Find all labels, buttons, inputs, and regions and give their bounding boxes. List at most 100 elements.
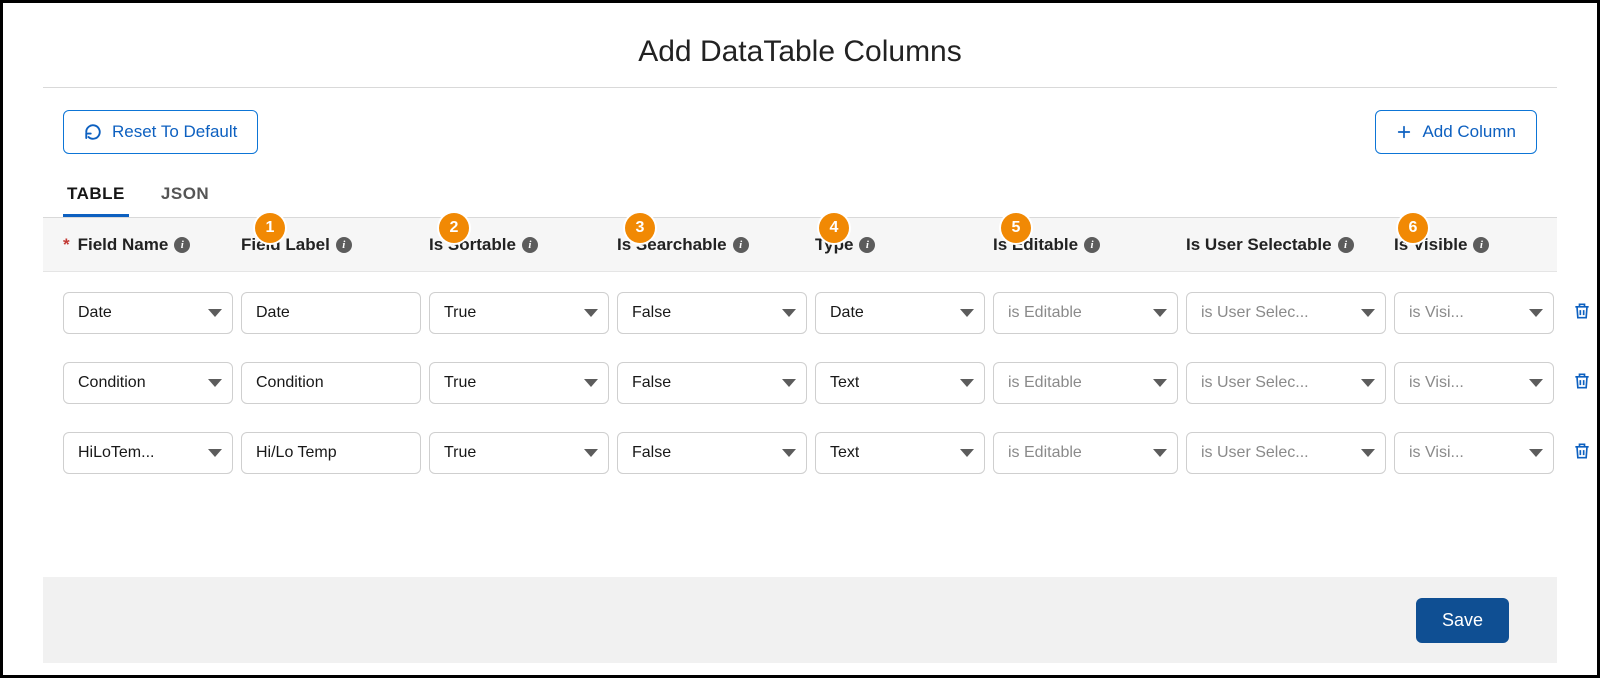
trash-icon	[1572, 441, 1592, 466]
header-field-name: * Field Name i	[63, 235, 233, 255]
select-value: Text	[830, 444, 859, 462]
chevron-down-icon	[208, 379, 222, 387]
add-column-button[interactable]: Add Column	[1375, 110, 1537, 154]
select-value: Text	[830, 374, 859, 392]
field-name-select[interactable]: HiLoTem...	[63, 432, 233, 474]
input-value: Condition	[256, 374, 324, 392]
table-body: DateDateTrueFalseDateis Editableis User …	[43, 272, 1557, 474]
page-title: Add DataTable Columns	[43, 35, 1557, 69]
chevron-down-icon	[208, 309, 222, 317]
is-visible-select[interactable]: is Visi...	[1394, 292, 1554, 334]
chevron-down-icon	[960, 449, 974, 457]
info-icon[interactable]: i	[336, 237, 352, 253]
reset-button[interactable]: Reset To Default	[63, 110, 258, 154]
header-is-editable: 5 Is Editable i	[993, 235, 1178, 255]
header-label: Field Name	[78, 235, 169, 255]
tabs: TABLE JSON	[43, 178, 1557, 218]
callout-badge: 6	[1398, 213, 1428, 243]
select-value: False	[632, 374, 671, 392]
type-select[interactable]: Date	[815, 292, 985, 334]
info-icon[interactable]: i	[1473, 237, 1489, 253]
header-is-visible: 6 Is Visible i	[1394, 235, 1554, 255]
header-is-user-selectable: Is User Selectable i	[1186, 235, 1386, 255]
is-sortable-select[interactable]: True	[429, 292, 609, 334]
toolbar: Reset To Default Add Column	[43, 110, 1557, 178]
is-sortable-select[interactable]: True	[429, 432, 609, 474]
info-icon[interactable]: i	[522, 237, 538, 253]
is-editable-select[interactable]: is Editable	[993, 362, 1178, 404]
info-icon[interactable]: i	[859, 237, 875, 253]
dialog-container: Add DataTable Columns Reset To Default A…	[0, 0, 1600, 678]
chevron-down-icon	[782, 379, 796, 387]
tab-json[interactable]: JSON	[157, 178, 213, 217]
table-row: Condition Condition True False Text is Editab…	[43, 362, 1557, 404]
select-value: Date	[78, 304, 112, 322]
chevron-down-icon	[960, 379, 974, 387]
divider	[43, 87, 1557, 88]
is-visible-select[interactable]: is Visi...	[1394, 432, 1554, 474]
select-value: True	[444, 444, 476, 462]
type-select[interactable]: Text	[815, 362, 985, 404]
select-value: is User Selec...	[1201, 304, 1309, 322]
select-value: True	[444, 374, 476, 392]
refresh-icon	[84, 123, 102, 141]
field-label-input[interactable]: Condition	[241, 362, 421, 404]
info-icon[interactable]: i	[174, 237, 190, 253]
is-sortable-select[interactable]: True	[429, 362, 609, 404]
chevron-down-icon	[1361, 379, 1375, 387]
chevron-down-icon	[584, 379, 598, 387]
is-searchable-select[interactable]: False	[617, 432, 807, 474]
field-label-input[interactable]: Date	[241, 292, 421, 334]
info-icon[interactable]: i	[1084, 237, 1100, 253]
info-icon[interactable]: i	[733, 237, 749, 253]
is-searchable-select[interactable]: False	[617, 362, 807, 404]
tab-table[interactable]: TABLE	[63, 178, 129, 217]
chevron-down-icon	[208, 449, 222, 457]
header-is-searchable: 3 Is Searchable i	[617, 235, 807, 255]
plus-icon	[1396, 124, 1412, 140]
chevron-down-icon	[1361, 449, 1375, 457]
is-user-selectable-select[interactable]: is User Selec...	[1186, 362, 1386, 404]
chevron-down-icon	[960, 309, 974, 317]
is-user-selectable-select[interactable]: is User Selec...	[1186, 432, 1386, 474]
table-row: HiLoTem... Hi/Lo Temp True False Text is Edit…	[43, 432, 1557, 474]
select-value: HiLoTem...	[78, 444, 154, 462]
is-visible-select[interactable]: is Visi...	[1394, 362, 1554, 404]
header-label: Field Label	[241, 235, 330, 255]
header-type: 4 Type i	[815, 235, 985, 255]
select-value: True	[444, 304, 476, 322]
is-editable-select[interactable]: is Editable	[993, 292, 1178, 334]
callout-badge: 1	[255, 213, 285, 243]
select-value: Condition	[78, 374, 146, 392]
reset-button-label: Reset To Default	[112, 122, 237, 142]
chevron-down-icon	[1153, 379, 1167, 387]
header-field-label: 1 Field Label i	[241, 235, 421, 255]
chevron-down-icon	[782, 449, 796, 457]
select-value: Date	[830, 304, 864, 322]
callout-badge: 2	[439, 213, 469, 243]
save-button[interactable]: Save	[1416, 598, 1509, 643]
delete-row-button[interactable]	[1562, 441, 1600, 466]
info-icon[interactable]: i	[1338, 237, 1354, 253]
callout-badge: 5	[1001, 213, 1031, 243]
chevron-down-icon	[1153, 449, 1167, 457]
callout-badge: 4	[819, 213, 849, 243]
delete-row-button[interactable]	[1562, 371, 1600, 396]
field-label-input[interactable]: Hi/Lo Temp	[241, 432, 421, 474]
is-editable-select[interactable]: is Editable	[993, 432, 1178, 474]
input-value: Date	[256, 304, 290, 322]
input-value: Hi/Lo Temp	[256, 444, 337, 462]
field-name-select[interactable]: Condition	[63, 362, 233, 404]
chevron-down-icon	[782, 309, 796, 317]
is-user-selectable-select[interactable]: is User Selec...	[1186, 292, 1386, 334]
select-value: is User Selec...	[1201, 374, 1309, 392]
select-value: is Editable	[1008, 304, 1082, 322]
type-select[interactable]: Text	[815, 432, 985, 474]
chevron-down-icon	[584, 449, 598, 457]
field-name-select[interactable]: Date	[63, 292, 233, 334]
select-value: is Editable	[1008, 374, 1082, 392]
is-searchable-select[interactable]: False	[617, 292, 807, 334]
delete-row-button[interactable]	[1562, 301, 1600, 326]
trash-icon	[1572, 371, 1592, 396]
callout-badge: 3	[625, 213, 655, 243]
